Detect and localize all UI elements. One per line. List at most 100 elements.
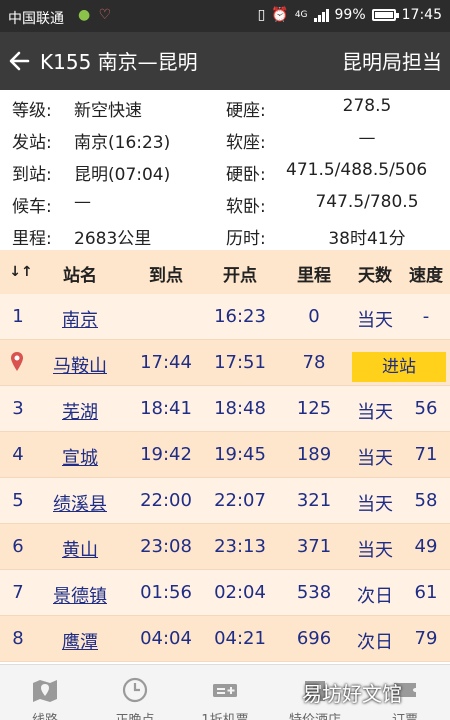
station-name-link[interactable]: 黄山 — [36, 536, 124, 562]
table-row[interactable]: 4 宣城 19:42 19:45 189 当天 71 — [0, 432, 450, 478]
distance: 78 — [302, 352, 326, 373]
info-value: 2683公里 — [74, 229, 152, 249]
table-row[interactable]: 3 芜湖 18:41 18:48 125 当天 56 — [0, 386, 450, 432]
speed: 71 — [414, 444, 438, 465]
row-index: 8 — [12, 628, 24, 649]
speed: 79 — [414, 628, 438, 649]
info-label: 软座: — [226, 133, 266, 153]
info-label: 到站: — [12, 165, 52, 185]
train-info: 等级: 新空快速 硬座: 278.5 发站: 南京(16:23) 软座: — 到站: 昆明(07:… — [0, 90, 450, 250]
status-bar: 中国联通 ● ♡ ▯ ⏰ 4G 99% 17:45 — [0, 0, 450, 32]
info-row: 发站: 南京(16:23) 软座: — — [0, 122, 450, 154]
row-index: 7 — [12, 582, 24, 603]
info-value: 278.5 — [342, 96, 392, 116]
info-value: 747.5/780.5 — [315, 192, 419, 212]
info-label: 候车: — [12, 197, 52, 217]
speed: 61 — [414, 582, 438, 603]
carrier-name: 中国联通 — [8, 11, 64, 27]
arrive-time: 23:08 — [140, 536, 192, 557]
signal-icon — [313, 8, 329, 22]
info-value: 昆明(07:04) — [74, 165, 171, 185]
vibrate-icon: ▯ — [257, 7, 266, 23]
depart-time: 02:04 — [214, 582, 266, 603]
sort-toggle[interactable]: ↓↑ — [8, 261, 34, 281]
info-label: 硬卧: — [226, 165, 266, 185]
table-row[interactable]: 6 黄山 23:08 23:13 371 当天 49 — [0, 524, 450, 570]
info-row: 里程: 2683公里 历时: 38时41分 — [0, 218, 450, 250]
info-row: 候车: — 软卧: 747.5/780.5 — [0, 186, 450, 218]
day-label: 当天 — [357, 402, 393, 423]
notification-icons: ● ♡ — [78, 7, 115, 23]
nav-item-label: 1折机票 — [180, 709, 270, 720]
depart-time: 22:07 — [214, 490, 266, 511]
info-row: 到站: 昆明(07:04) 硬卧: 471.5/488.5/506 — [0, 154, 450, 186]
info-label: 等级: — [12, 101, 52, 121]
distance: 371 — [296, 536, 332, 557]
distance: 0 — [308, 306, 320, 327]
nav-item-label: 特价酒店 — [270, 709, 360, 720]
table-row[interactable]: 7 景德镇 01:56 02:04 538 次日 61 — [0, 570, 450, 616]
depart-time: 23:13 — [214, 536, 266, 557]
ticket-plus-icon — [213, 684, 237, 697]
station-name-link[interactable]: 绩溪县 — [36, 490, 124, 516]
station-name-link[interactable]: 宣城 — [36, 444, 124, 470]
info-value: 新空快速 — [74, 101, 142, 121]
station-name-link[interactable]: 芜湖 — [36, 398, 124, 424]
station-name-link[interactable]: 马鞍山 — [36, 352, 124, 378]
row-index: 6 — [12, 536, 24, 557]
depart-time: 19:45 — [214, 444, 266, 465]
arrive-time: 19:42 — [140, 444, 192, 465]
info-label: 历时: — [226, 229, 266, 249]
status-badge: 进站 — [352, 352, 446, 382]
alarm-icon: ⏰ — [271, 7, 289, 23]
speed: 56 — [414, 398, 438, 419]
info-value: — — [74, 192, 91, 212]
schedule-table-header: ↓↑ 站名 到点 开点 里程 天数 速度 — [0, 250, 450, 294]
heart-rate-icon: ♡ — [98, 7, 112, 23]
day-label: 当天 — [357, 448, 393, 469]
station-name-link[interactable]: 南京 — [36, 306, 124, 332]
speed: 58 — [414, 490, 438, 511]
row-index: 1 — [12, 306, 24, 327]
page-title: K155 南京—昆明 — [40, 50, 198, 74]
speed: - — [422, 306, 430, 327]
arrive-time: 01:56 — [140, 582, 192, 603]
day-label: 当天 — [357, 540, 393, 561]
table-row[interactable]: 8 鹰潭 04:04 04:21 696 次日 79 — [0, 616, 450, 662]
operating-bureau: 昆明局担当 — [342, 50, 442, 74]
arrive-time: 04:04 — [140, 628, 192, 649]
row-index: 4 — [12, 444, 24, 465]
row-index: 5 — [12, 490, 24, 511]
nav-item-0[interactable]: 线路 — [0, 665, 90, 720]
header-station-name: 站名 — [63, 266, 97, 286]
depart-time: 16:23 — [214, 306, 266, 327]
station-name-link[interactable]: 景德镇 — [36, 582, 124, 608]
depart-time: 17:51 — [214, 352, 266, 373]
depart-time: 18:48 — [214, 398, 266, 419]
table-row[interactable]: 1 南京 16:23 0 当天 - — [0, 294, 450, 340]
clock-icon — [122, 677, 148, 703]
network-type: 4G — [294, 10, 308, 20]
station-name-link[interactable]: 鹰潭 — [36, 628, 124, 654]
arrive-time: 22:00 — [140, 490, 192, 511]
table-row[interactable]: 5 绩溪县 22:00 22:07 321 当天 58 — [0, 478, 450, 524]
day-label: 当天 — [357, 310, 393, 331]
nav-item-label: 正晚点 — [90, 709, 180, 720]
table-row[interactable]: 马鞍山 17:44 17:51 78 进站 — [0, 340, 450, 386]
info-label: 发站: — [12, 133, 52, 153]
info-value: 南京(16:23) — [74, 133, 171, 153]
nav-item-label: 线路 — [0, 709, 90, 720]
arrive-time: 18:41 — [140, 398, 192, 419]
back-button[interactable] — [6, 44, 36, 78]
nav-item-2[interactable]: 1折机票 — [180, 665, 270, 720]
status-right: ▯ ⏰ 4G 99% 17:45 — [258, 7, 442, 23]
location-pin-icon — [11, 352, 23, 371]
nav-item-1[interactable]: 正晚点 — [90, 665, 180, 720]
header-distance: 里程 — [297, 266, 331, 286]
sort-icon: ↓↑ — [9, 264, 33, 280]
distance: 696 — [296, 628, 332, 649]
distance: 189 — [296, 444, 332, 465]
nav-item-label: 订票 — [360, 709, 450, 720]
clock-time: 17:45 — [401, 7, 442, 23]
info-value: — — [358, 128, 376, 148]
